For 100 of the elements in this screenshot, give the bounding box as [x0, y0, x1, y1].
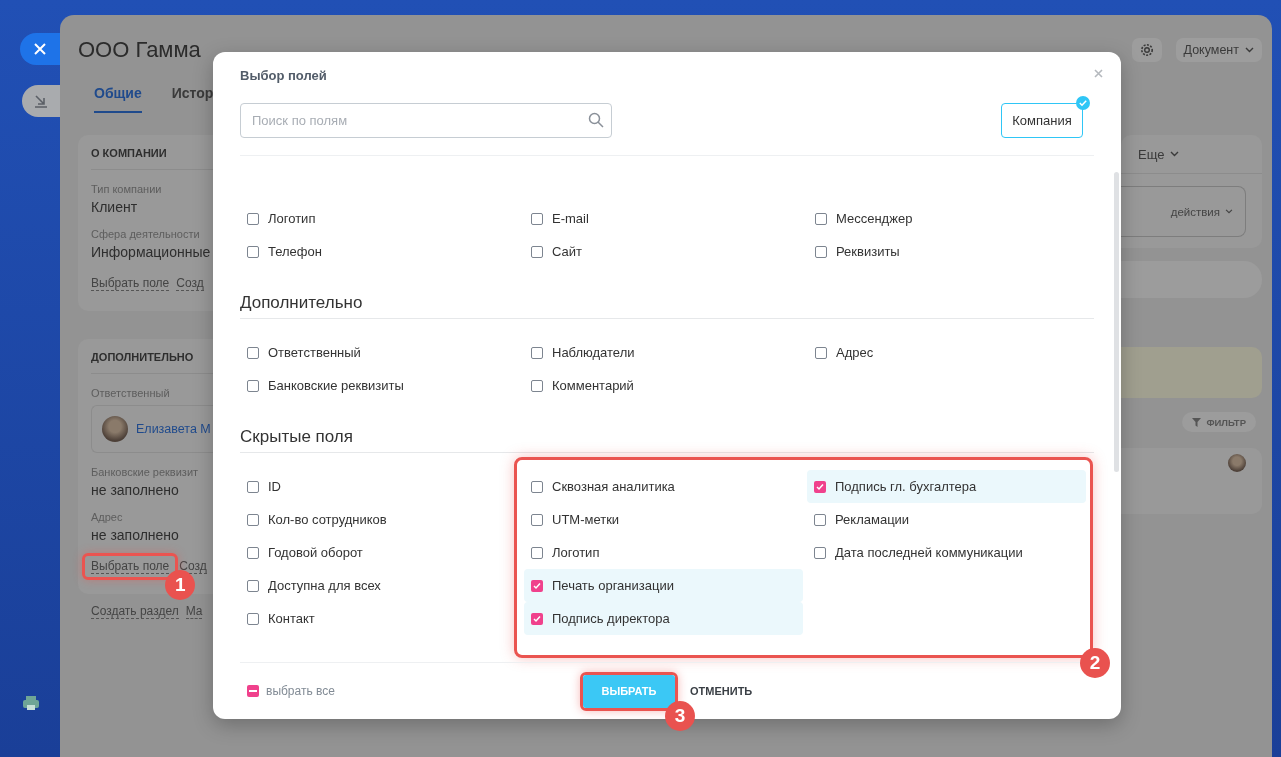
option-label: Сквозная аналитика — [552, 479, 675, 494]
page-title: ООО Гамма — [78, 37, 202, 63]
checkbox[interactable] — [531, 245, 543, 258]
checkbox[interactable] — [815, 212, 827, 225]
dialog-title: Выбор полей — [240, 68, 328, 84]
field-option[interactable]: Подпись гл. бухгалтера — [807, 470, 1086, 503]
checkbox[interactable] — [247, 346, 259, 359]
field-option[interactable]: Телефон — [240, 235, 519, 268]
checkbox[interactable] — [814, 546, 826, 559]
select-all-checkbox[interactable] — [247, 685, 259, 697]
tab[interactable]: Истор — [171, 79, 214, 113]
field-option[interactable]: Рекламации — [807, 503, 1086, 536]
field-option[interactable]: Подпись директора — [524, 602, 803, 635]
option-label: Логотип — [552, 545, 600, 560]
option-label: Мессенджер — [836, 211, 913, 226]
close-icon[interactable] — [1094, 69, 1103, 78]
checkbox[interactable] — [247, 245, 259, 258]
option-label: Адрес — [836, 345, 874, 360]
option-label: Дата последней коммуникации — [835, 545, 1023, 560]
field-option[interactable]: Мессенджер — [808, 202, 1087, 235]
field-option[interactable]: ID — [240, 470, 510, 503]
option-label: Контакт — [268, 611, 315, 626]
checkbox[interactable] — [531, 612, 543, 625]
checkbox[interactable] — [531, 212, 543, 225]
collapse-button[interactable] — [22, 85, 60, 117]
field-option[interactable]: Логотип — [240, 202, 519, 235]
checkbox[interactable] — [247, 480, 259, 493]
option-label: Подпись гл. бухгалтера — [835, 479, 977, 494]
field-label: Адрес — [91, 511, 124, 523]
checkbox[interactable] — [247, 513, 259, 526]
link[interactable]: Выбрать поле — [91, 276, 170, 291]
checkbox[interactable] — [814, 513, 826, 526]
link[interactable]: Выбрать поле — [91, 559, 170, 574]
document-dropdown[interactable]: Документ — [1175, 38, 1262, 62]
search-field[interactable]: Поиск по полям — [240, 103, 612, 138]
field-label: Тип компании — [91, 183, 163, 195]
field-option[interactable]: Логотип — [524, 536, 803, 569]
option-label: E-mail — [552, 211, 589, 226]
checkbox[interactable] — [247, 379, 259, 392]
checkbox[interactable] — [531, 346, 543, 359]
chevron-icon — [1225, 209, 1233, 214]
field-option[interactable]: Дата последней коммуникации — [807, 536, 1086, 569]
field-label: Банковские реквизит — [91, 466, 200, 478]
field-option[interactable]: Наблюдатели — [524, 336, 803, 369]
checkbox[interactable] — [531, 513, 543, 526]
scrollbar[interactable] — [1114, 172, 1119, 472]
checkbox[interactable] — [247, 579, 259, 592]
group-title: Дополнительно — [240, 288, 1094, 319]
checkbox[interactable] — [531, 546, 543, 559]
arrow-icon — [34, 94, 48, 108]
checkbox[interactable] — [247, 212, 259, 225]
link[interactable]: Созд — [176, 276, 204, 291]
cancel-button[interactable]: ОТМЕНИТЬ — [688, 685, 755, 697]
step-badge: 2 — [1080, 648, 1110, 678]
field-option[interactable]: Адрес — [808, 336, 1087, 369]
settings-button[interactable] — [1131, 38, 1162, 62]
field-option[interactable]: Печать организации — [524, 569, 803, 602]
checkbox[interactable] — [531, 379, 543, 392]
minus-icon — [249, 690, 257, 692]
field-option[interactable]: Реквизиты — [808, 235, 1087, 268]
field-option[interactable]: E-mail — [524, 202, 803, 235]
field-label: Сфера деятельности — [91, 228, 201, 240]
search-icon — [588, 112, 604, 128]
field-option[interactable]: Доступна для всех — [240, 569, 510, 602]
chevron-icon — [1170, 151, 1180, 157]
option-label: Наблюдатели — [552, 345, 635, 360]
field-option[interactable]: Сквозная аналитика — [524, 470, 803, 503]
field-value: Клиент — [91, 199, 139, 215]
field-option[interactable]: Контакт — [240, 602, 510, 635]
chevron-icon — [1245, 47, 1254, 53]
group-title: Скрытые поля — [240, 422, 1094, 453]
checkbox[interactable] — [247, 612, 259, 625]
option-label: Реквизиты — [836, 244, 900, 259]
field-value: не заполнено — [91, 527, 180, 543]
field-option[interactable]: Сайт — [524, 235, 803, 268]
field-option[interactable]: Годовой оборот — [240, 536, 510, 569]
checkbox[interactable] — [814, 480, 826, 493]
option-label: Кол-во сотрудников — [268, 512, 387, 527]
close-button[interactable] — [20, 33, 60, 65]
checkbox[interactable] — [247, 546, 259, 559]
link[interactable]: Созд — [179, 559, 207, 574]
select-all-label: выбрать все — [266, 684, 335, 698]
field-option[interactable]: Кол-во сотрудников — [240, 503, 510, 536]
field-label: Ответственный — [91, 387, 171, 399]
checkbox[interactable] — [531, 579, 543, 592]
option-label: Сайт — [552, 244, 582, 259]
printer-icon[interactable] — [22, 694, 40, 712]
option-label: Ответственный — [268, 345, 361, 360]
entity-button[interactable]: Компания — [1001, 103, 1083, 138]
field-option[interactable]: UTM-метки — [524, 503, 803, 536]
user-name: Елизавета М — [136, 422, 211, 436]
checkbox[interactable] — [531, 480, 543, 493]
field-option[interactable]: Комментарий — [524, 369, 803, 402]
input-field[interactable] — [1121, 261, 1262, 298]
filter-icon — [1192, 417, 1202, 427]
settings-icon — [1139, 43, 1154, 57]
checkbox[interactable] — [815, 346, 827, 359]
avatar — [1228, 454, 1246, 472]
check-icon — [1076, 96, 1090, 110]
checkbox[interactable] — [815, 245, 827, 258]
